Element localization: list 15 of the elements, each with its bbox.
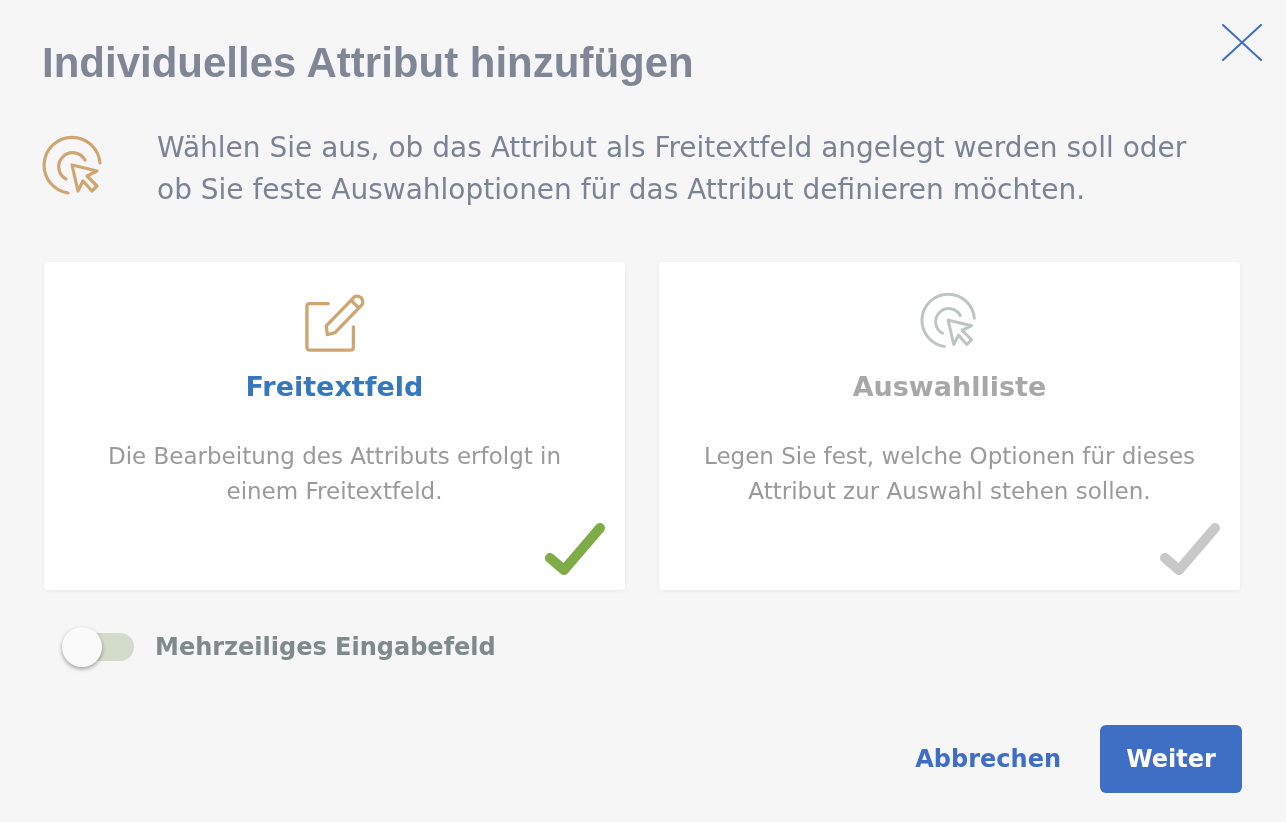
toggle-switch[interactable] [62,627,134,667]
toggle-label: Mehrzeiliges Eingabefeld [155,632,496,663]
option-title: Freitextfeld [245,370,424,404]
edit-icon [304,292,365,352]
option-description: Legen Sie fest, welche Optionen für dieses Attribut zur Auswahl stehen sollen. [702,442,1197,506]
option-card[interactable]: Freitextfeld Die Bearbeitung des Attributs erfolgt in einem Freitextfeld. [44,262,625,590]
cancel-link[interactable]: Abbrechen [915,725,1061,793]
option-description: Die Bearbeitung des Attributs erfolgt in einem Freitextfeld. [106,442,563,506]
close-button[interactable] [1222,24,1262,61]
close-icon [1222,24,1262,61]
option-title: Auswahlliste [852,370,1047,404]
option-card[interactable]: Auswahlliste Legen Sie fest, welche Optionen für dieses Attribut zur Auswahl stehen sollen. [659,262,1240,590]
dialog-title: Individuelles Attribut hinzufügen [42,39,694,87]
next-button[interactable]: Weiter [1100,725,1242,793]
intro-text: Wählen Sie aus, ob das Attribut als Freitextfeld angelegt werden soll oder ob Sie feste Auswahloptionen für das Attribut definieren möchten. [157,130,1188,208]
